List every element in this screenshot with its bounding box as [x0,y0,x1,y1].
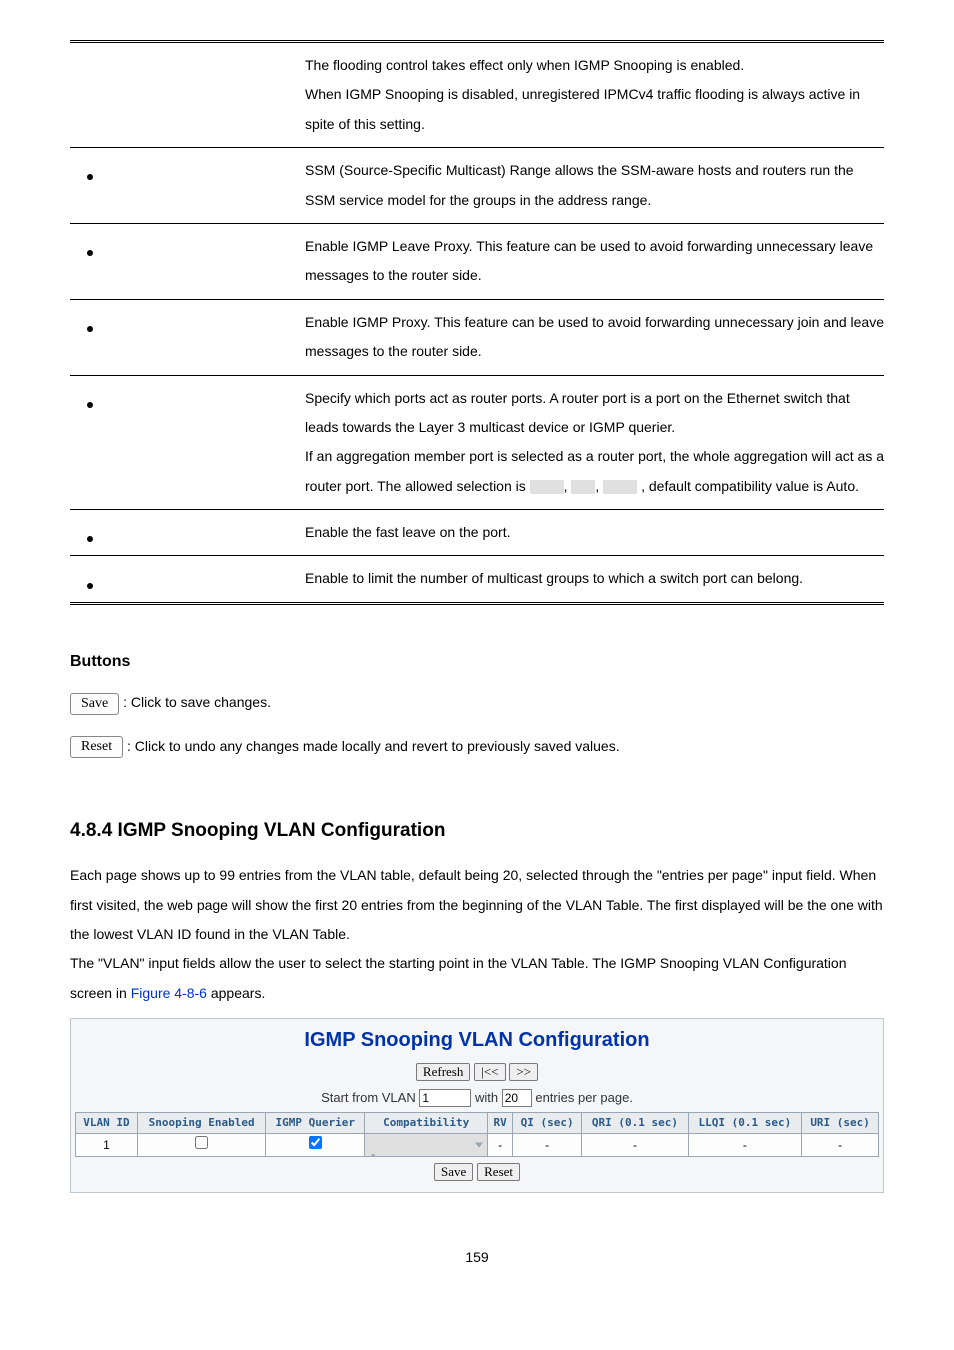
save-desc: : Click to save changes. [123,694,271,710]
cell-qri: - [582,1134,688,1157]
querier-checkbox[interactable] [309,1136,322,1149]
refresh-button[interactable]: Refresh [416,1063,470,1081]
placeholder-icon [571,480,595,494]
start-label: Start from VLAN [321,1090,416,1105]
panel-save-button[interactable]: Save [434,1163,473,1181]
proxy-desc: Enable IGMP Proxy. This feature can be u… [305,314,884,359]
bullet-icon [87,326,93,332]
unreg-flood-desc-1: The flooding control takes effect only w… [305,57,744,73]
panel-reset-button[interactable]: Reset [477,1163,520,1181]
col-uri: URI (sec) [802,1112,879,1134]
col-qi: QI (sec) [513,1112,582,1134]
col-snooping: Snooping Enabled [137,1112,265,1134]
entries-suffix: entries per page. [535,1090,633,1105]
col-qri: QRI (0.1 sec) [582,1112,688,1134]
fast-leave-desc: Enable the fast leave on the port. [305,524,510,540]
reset-desc: : Click to undo any changes made locally… [127,738,620,754]
table-row: 1 - - - - - - [76,1134,879,1157]
bullet-icon [87,536,93,542]
panel-title: IGMP Snooping VLAN Configuration [71,1025,883,1055]
bullet-icon [87,583,93,589]
with-label: with [475,1090,498,1105]
unreg-flood-desc-2: When IGMP Snooping is disabled, unregist… [305,86,860,131]
page-number: 159 [70,1243,884,1272]
vlan-table: VLAN ID Snooping Enabled IGMP Querier Co… [75,1112,879,1158]
placeholder-icon [530,480,564,494]
parameter-table: The flooding control takes effect only w… [70,40,884,605]
bullet-icon [87,174,93,180]
throttling-desc: Enable to limit the number of multicast … [305,570,803,586]
bullet-icon [87,402,93,408]
cell-rv: - [488,1134,513,1157]
entries-per-page-input[interactable] [502,1089,532,1107]
first-page-button[interactable]: |<< [474,1063,505,1081]
reset-button[interactable]: Reset [70,736,123,758]
cell-uri: - [802,1134,879,1157]
router-port-desc-2b: , default compatibility value is Auto. [641,478,859,494]
col-llqi: LLQI (0.1 sec) [688,1112,802,1134]
cell-vlan-id: 1 [76,1134,138,1157]
col-compat: Compatibility [365,1112,488,1134]
compat-select[interactable]: - [365,1134,488,1157]
section-p2b: appears. [207,985,265,1001]
start-vlan-input[interactable] [419,1089,471,1107]
col-querier: IGMP Querier [266,1112,365,1134]
ssm-desc: SSM (Source-Specific Multicast) Range al… [305,162,854,207]
placeholder-icon [603,480,637,494]
cell-qi: - [513,1134,582,1157]
figure-link[interactable]: Figure 4-8-6 [131,985,207,1001]
cell-llqi: - [688,1134,802,1157]
next-page-button[interactable]: >> [509,1063,538,1081]
chevron-down-icon [475,1143,483,1148]
bullet-icon [87,250,93,256]
save-button[interactable]: Save [70,693,119,715]
leave-proxy-desc: Enable IGMP Leave Proxy. This feature ca… [305,238,873,283]
router-port-desc-1: Specify which ports act as router ports.… [305,390,850,435]
igmp-vlan-config-panel: IGMP Snooping VLAN Configuration Refresh… [70,1018,884,1193]
section-heading: 4.8.4 IGMP Snooping VLAN Configuration [70,811,884,851]
section-p1: Each page shows up to 99 entries from th… [70,867,883,942]
snooping-checkbox[interactable] [195,1136,208,1149]
col-vlan-id: VLAN ID [76,1112,138,1134]
col-rv: RV [488,1112,513,1134]
buttons-heading: Buttons [70,645,884,679]
